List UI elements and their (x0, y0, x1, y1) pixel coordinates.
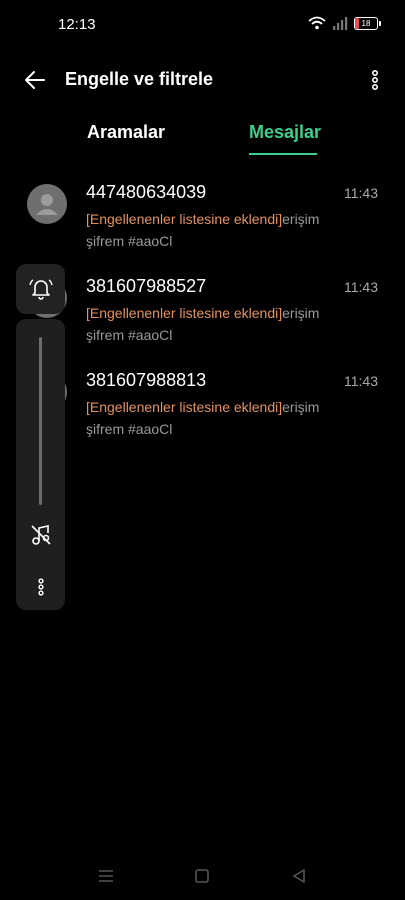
battery-indicator: 18 (354, 16, 381, 30)
panel-more-button[interactable] (31, 577, 51, 597)
page-title: Engelle ve filtrele (65, 69, 214, 89)
recents-icon (99, 870, 113, 882)
sender-number: 381607988813 (86, 370, 207, 390)
message-time: 11:43 (344, 185, 378, 201)
navigation-bar (0, 860, 405, 890)
status-bar: 12:13 18 (0, 0, 405, 48)
music-note-off-icon (31, 525, 51, 545)
sender-number: 447480634039 (86, 182, 207, 202)
blocked-tag: [Engellenenler listesine eklendi] (86, 211, 283, 227)
signal-icon (333, 17, 348, 30)
bell-icon (29, 279, 53, 300)
blocked-tag: [Engellenenler listesine eklendi] (86, 399, 283, 415)
back-arrow-icon (25, 71, 45, 89)
status-icons: 18 (308, 16, 381, 30)
message-preview: [Engellenenler listesine eklendi]erişim … (86, 396, 326, 440)
more-vertical-icon (372, 69, 379, 90)
more-vertical-icon (38, 578, 44, 596)
message-preview: [Engellenenler listesine eklendi]erişim … (86, 208, 326, 252)
avatar (27, 184, 67, 224)
tab-indicator (249, 153, 317, 155)
volume-slider[interactable] (39, 337, 42, 505)
wifi-icon (308, 16, 326, 30)
status-time: 12:13 (58, 16, 96, 33)
list-item[interactable]: 447480634039 11:43 [Engellenenler listes… (0, 176, 405, 270)
home-button[interactable] (192, 866, 212, 886)
back-nav-button[interactable] (289, 866, 309, 886)
back-triangle-icon (293, 869, 305, 883)
tab-messages[interactable]: Mesajlar (249, 122, 321, 143)
message-time: 11:43 (344, 279, 378, 295)
blocked-tag: [Engellenenler listesine eklendi] (86, 305, 283, 321)
back-button[interactable] (20, 66, 50, 94)
app-bar: Engelle ve filtrele (0, 56, 405, 104)
message-time: 11:43 (344, 373, 378, 389)
battery-icon: 18 (354, 16, 378, 30)
home-icon (195, 869, 209, 883)
tab-bar: Aramalar Mesajlar (0, 112, 405, 160)
battery-level: 18 (361, 18, 371, 28)
tab-calls[interactable]: Aramalar (87, 122, 165, 143)
more-options-button[interactable] (365, 68, 385, 92)
message-preview: [Engellenenler listesine eklendi]erişim … (86, 302, 326, 346)
volume-panel (16, 319, 65, 610)
recents-button[interactable] (96, 866, 116, 886)
ringer-mode-button[interactable] (16, 264, 65, 314)
person-icon (36, 194, 58, 215)
sender-number: 381607988527 (86, 276, 207, 296)
media-mute-button[interactable] (29, 523, 53, 547)
